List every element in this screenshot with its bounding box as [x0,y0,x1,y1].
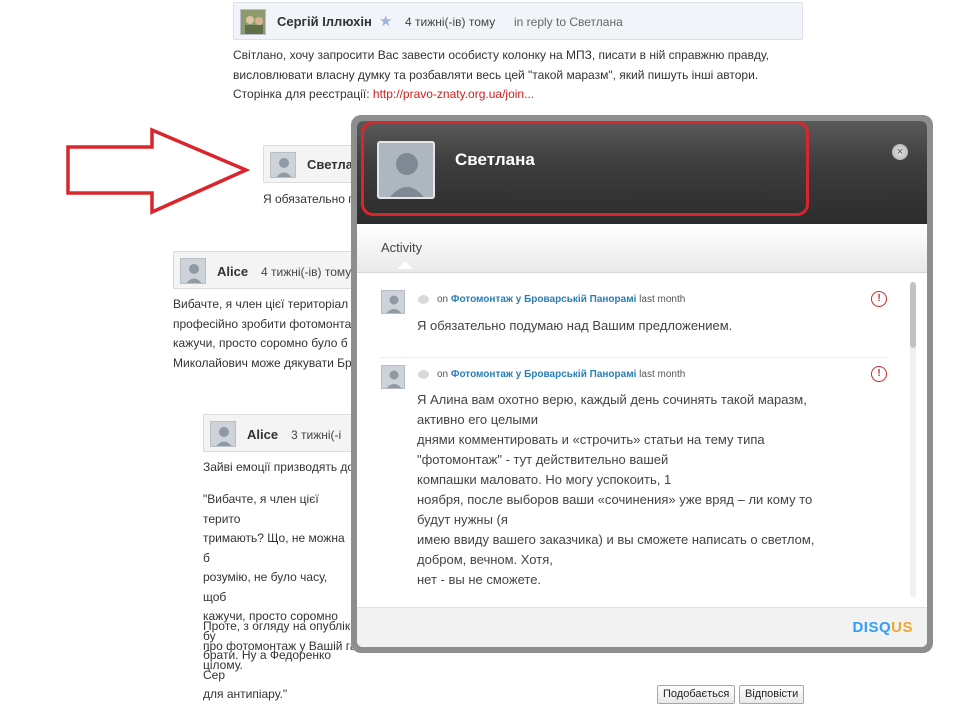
comment-header: Alice 4 тижні(-ів) тому [173,251,363,289]
default-avatar-icon [271,153,295,177]
avatar[interactable] [381,365,405,389]
comment-line: професійно зробити фотомонтаж [173,316,360,331]
activity-line: добром, вечном. Хотя, [417,552,553,567]
profile-tabs: Activity [357,224,927,273]
logo-part: US [891,619,913,636]
report-icon[interactable]: ! [871,366,887,382]
logo-part: DISQ [852,619,892,636]
comment-body: Зайві емоції призводять до [203,460,355,474]
comment-line: цілому. [203,658,243,672]
reply-button[interactable]: Відповісти [739,685,805,704]
on-label: on [437,294,449,305]
comment-body: Я обязательно п [263,192,355,206]
popup-footer: DISQUS [357,607,927,647]
red-highlight-annotation [361,121,809,216]
comment-line: розумію, не було часу, щоб [203,570,328,604]
default-avatar-icon [181,259,205,283]
comment-line: Світлано, хочу запросити Вас завести осо… [233,48,769,62]
activity-text: Я Алина вам охотно верю, каждый день соч… [417,390,897,590]
close-icon[interactable]: × [892,144,908,160]
like-button[interactable]: Подобається [657,685,736,704]
reply-to-link[interactable]: in reply to Светлана [514,15,623,29]
activity-line: имею ввиду вашего заказчика) и вы сможет… [417,532,815,547]
red-arrow-annotation [66,127,251,215]
activity-meta: on Фотомонтаж у Броварській Панорамі las… [437,369,685,380]
on-label: on [437,369,449,380]
divider [381,357,887,358]
tab-activity[interactable]: Activity [381,240,422,255]
avatar[interactable] [240,9,266,35]
comment-body: Світлано, хочу запросити Вас завести осо… [233,46,803,105]
activity-line: нет - вы не сможете. [417,572,542,587]
activity-text: Я обязательно подумаю над Вашим предложе… [417,316,732,336]
avatar[interactable] [381,290,405,314]
active-tab-caret [397,261,413,269]
default-avatar-icon [382,366,404,388]
comment-header: Сергій Іллюхін ★ 4 тижні(-ів) тому in re… [233,2,803,40]
activity-line: компашки маловато. Но могу успокоить, 1 [417,472,672,487]
user-photo-icon [241,10,265,34]
comment-author[interactable]: Alice [247,427,278,442]
comment-bubble-icon [418,295,429,304]
avatar[interactable] [270,152,296,178]
activity-line: будут нужны (я [417,512,508,527]
signup-label: Сторінка для реєстрації: [233,87,373,101]
comment-author[interactable]: Сергій Іллюхін [277,14,372,29]
comment-time[interactable]: 4 тижні(-ів) тому [405,15,495,29]
avatar[interactable] [210,421,236,447]
activity-line: Я Алина вам охотно верю, каждый день соч… [417,392,807,407]
activity-line: "фотомонтаж" - тут действительно вашей [417,452,669,467]
activity-line: ноября, после выборов ваши «сочинения» у… [417,492,813,507]
comment-body: Вибачте, я член цієї територіал професій… [173,295,363,373]
comment-line: висловлювати власну думку та розбавляти … [233,67,759,82]
comment-line: для антипіару." [203,687,288,701]
activity-time: last month [639,294,686,305]
activity-list[interactable]: on Фотомонтаж у Броварській Панорамі las… [357,272,927,607]
star-icon[interactable]: ★ [379,12,392,30]
signup-link[interactable]: http://pravo-znaty.org.ua/join... [373,87,534,101]
comment-line: кажучи, просто соромно було б з [173,336,357,350]
report-icon[interactable]: ! [871,291,887,307]
comment-line: Миколайович може дякувати Бра [173,355,359,370]
activity-line: Я обязательно подумаю над Вашим предложе… [417,318,733,333]
signup-line: Сторінка для реєстрації: http://pravo-zn… [233,85,803,105]
comment-line: тримають? Що, не можна б [203,531,345,565]
comment-bubble-icon [418,370,429,379]
comment-line: Вибачте, я член цієї територіал [173,297,349,311]
activity-time: last month [639,369,686,380]
comment-header: Alice 3 тижні(-і [203,414,358,452]
disqus-logo[interactable]: DISQUS [852,619,913,636]
activity-line: активно его целыми [417,412,538,427]
comment-line: "Вибачте, я член цієї терито [203,492,319,526]
avatar[interactable] [180,258,206,284]
default-avatar-icon [211,422,235,446]
thread-link[interactable]: Фотомонтаж у Броварській Панорамі [451,294,636,305]
thread-link[interactable]: Фотомонтаж у Броварській Панорамі [451,369,636,380]
comment-author[interactable]: Alice [217,264,248,279]
comment-time[interactable]: 3 тижні(-і [291,428,341,442]
comment-time[interactable]: 4 тижні(-ів) тому [261,265,351,279]
activity-line: днями комментировать и «строчить» статьи… [417,432,765,447]
scrollbar-thumb[interactable] [910,282,916,348]
default-avatar-icon [382,291,404,313]
activity-meta: on Фотомонтаж у Броварській Панорамі las… [437,294,685,305]
